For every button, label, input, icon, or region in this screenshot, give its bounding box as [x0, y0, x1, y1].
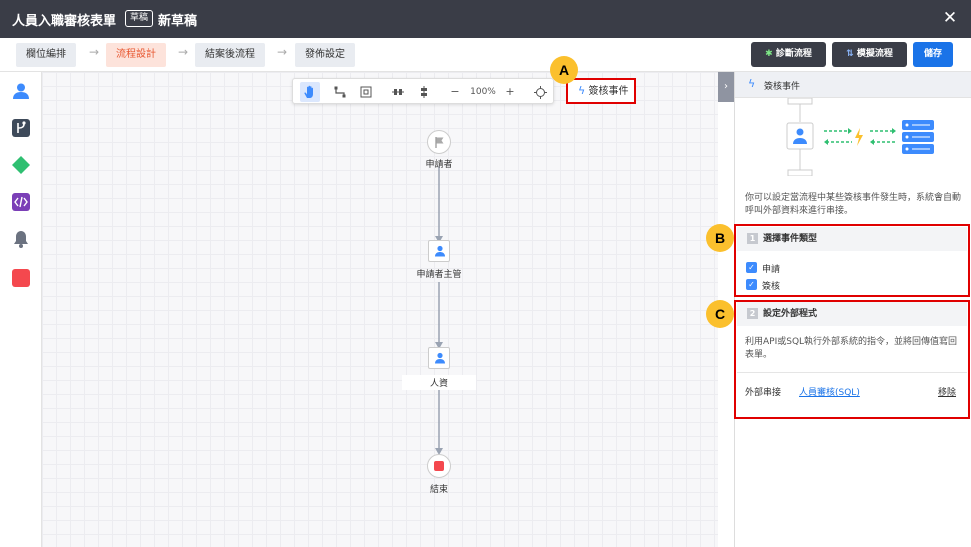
flag-icon [435, 137, 444, 148]
save-button[interactable]: 儲存 [913, 42, 953, 67]
sign-event-button[interactable]: ϟ 簽核事件 [566, 78, 636, 104]
canvas-toolbar: − 100% + [292, 78, 554, 104]
branch-icon[interactable] [12, 119, 30, 137]
simulate-flow-button[interactable]: ⇅ 模擬流程 [832, 42, 907, 67]
draft-name[interactable]: 新草稿 [158, 10, 197, 29]
annotation-marker-b: B [706, 224, 734, 252]
step-field-layout[interactable]: 欄位編排 [16, 43, 76, 67]
step-bar: 欄位編排 → 流程設計 → 結案後流程 → 發佈設定 ✱ 診斷流程 ⇅ 模擬流程… [0, 38, 971, 72]
node-label: 人資 [402, 375, 476, 390]
step-post-close-flow[interactable]: 結案後流程 [195, 43, 265, 67]
section-number: 1 [747, 233, 758, 244]
section-event-type-header: 1 選擇事件類型 [737, 227, 967, 251]
checkbox-label: 申請 [762, 265, 781, 275]
form-title: 人員入職審核表單 [12, 14, 117, 29]
user-icon [435, 245, 445, 257]
user-icon[interactable] [12, 82, 30, 100]
approver-node[interactable] [428, 240, 450, 262]
code-icon[interactable] [12, 193, 30, 211]
locate-icon[interactable] [530, 82, 550, 102]
start-node[interactable] [427, 130, 451, 154]
hand-tool-icon[interactable] [300, 82, 320, 102]
zoom-level: 100% [470, 87, 496, 97]
sign-event-label: 簽核事件 [588, 86, 629, 97]
arrow-right-icon: → [89, 45, 100, 59]
external-link-value[interactable]: 人員審核(SQL) [799, 385, 860, 398]
node-label: 申請者 [425, 160, 453, 170]
integration-illustration [786, 98, 934, 176]
node-palette [0, 72, 42, 547]
fit-view-icon[interactable] [356, 82, 376, 102]
condition-diamond-icon[interactable] [12, 156, 30, 174]
draft-badge: 草稿 [125, 10, 154, 27]
lightning-icon: ϟ [578, 84, 586, 97]
section-title: 選擇事件類型 [763, 234, 818, 244]
diagnose-flow-button[interactable]: ✱ 診斷流程 [751, 42, 826, 67]
user-icon [435, 352, 445, 364]
end-node-icon[interactable] [12, 269, 30, 287]
section-description: 利用API或SQL執行外部系統的指令，並將回傳值寫回表單。 [745, 337, 958, 360]
arrow-right-icon: → [178, 45, 189, 59]
panel-title: 簽核事件 [764, 82, 801, 92]
divider [737, 372, 967, 373]
section-title: 設定外部程式 [763, 309, 818, 319]
diagnose-flow-label: 診斷流程 [775, 49, 812, 59]
connector-tool-icon[interactable] [330, 82, 350, 102]
checkbox-apply[interactable]: ✓ [746, 262, 757, 273]
align-horizontal-icon[interactable] [388, 82, 408, 102]
zoom-out-button[interactable]: − [445, 82, 465, 102]
section-number: 2 [747, 308, 758, 319]
panel-description: 你可以設定當流程中某些簽核事件發生時，系統會自動呼叫外部資料來進行串接。 [745, 193, 962, 216]
external-link-label: 外部串接 [745, 388, 782, 398]
end-node[interactable] [427, 454, 451, 478]
align-vertical-icon[interactable] [414, 82, 434, 102]
arrow-right-icon: → [277, 45, 288, 59]
step-flow-design[interactable]: 流程設計 [106, 43, 166, 67]
approver-node[interactable] [428, 347, 450, 369]
stop-icon [434, 461, 444, 471]
section-external-program-header: 2 設定外部程式 [737, 302, 967, 326]
zoom-in-button[interactable]: + [500, 82, 520, 102]
collapse-panel-icon[interactable]: › [718, 72, 734, 102]
close-icon[interactable]: ✕ [941, 8, 959, 28]
flow-canvas[interactable] [42, 72, 718, 547]
checkbox-sign[interactable]: ✓ [746, 279, 757, 290]
checkbox-label: 簽核 [762, 282, 781, 292]
remove-link[interactable]: 移除 [938, 385, 956, 398]
node-label: 申請者主管 [416, 270, 462, 280]
lightning-icon: ϟ [748, 77, 756, 90]
step-publish-settings[interactable]: 發佈設定 [295, 43, 355, 67]
flow-connectors [435, 166, 443, 455]
annotation-marker-c: C [706, 300, 734, 328]
simulate-flow-label: 模擬流程 [856, 49, 893, 59]
simulate-icon: ⇅ [846, 49, 854, 59]
bell-icon[interactable] [12, 230, 30, 248]
annotation-marker-a: A [550, 56, 578, 84]
panel-header: ϟ 簽核事件 [735, 72, 971, 98]
bug-icon: ✱ [765, 49, 773, 59]
node-label: 結束 [429, 485, 448, 495]
